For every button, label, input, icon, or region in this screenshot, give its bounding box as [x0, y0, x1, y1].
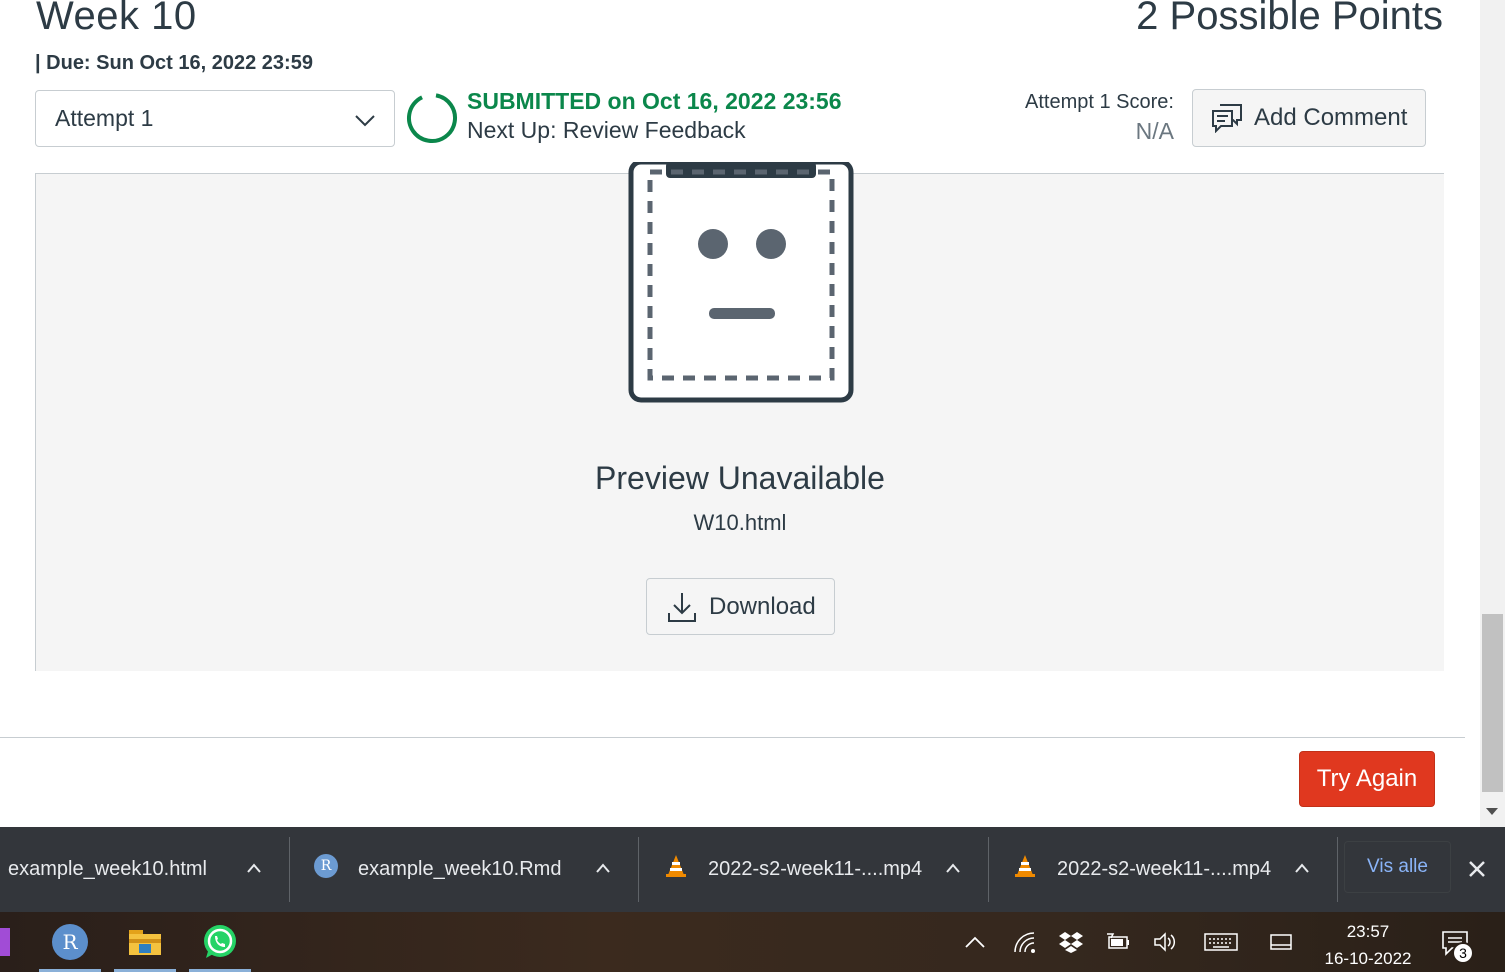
clock-time: 23:57: [1346, 922, 1390, 941]
possible-points: 2 Possible Points: [1136, 0, 1443, 38]
comment-icon: [1212, 104, 1242, 133]
preview-panel: Preview Unavailable W10.html Download: [35, 162, 1444, 671]
scrollbar-thumb[interactable]: [1482, 614, 1503, 792]
download-filename: 2022-s2-week11-....mp4: [708, 858, 923, 880]
add-comment-label: Add Comment: [1254, 104, 1408, 131]
download-separator: [289, 837, 290, 902]
download-filename: 2022-s2-week11-....mp4: [1057, 858, 1272, 880]
sad-document-icon: [628, 162, 854, 403]
whatsapp-icon[interactable]: [189, 912, 251, 972]
page: Week 10 2 Possible Points | Due: Sun Oct…: [0, 0, 1505, 972]
chevron-up-icon[interactable]: [247, 863, 261, 873]
vlc-icon: [666, 854, 686, 877]
attempt-select[interactable]: Attempt 1: [35, 90, 395, 147]
download-filename: example_week10.html: [8, 858, 207, 880]
downloads-bar: example_week10.html R example_week10.Rmd…: [0, 827, 1505, 912]
r-app-icon[interactable]: R: [39, 912, 101, 972]
system-clock[interactable]: 23:57 16-10-2022: [1316, 918, 1420, 972]
clock-date: 16-10-2022: [1324, 949, 1412, 968]
chevron-up-icon[interactable]: [962, 930, 988, 954]
onenote-app-icon[interactable]: [0, 928, 10, 956]
download-item-rmd[interactable]: R example_week10.Rmd: [314, 827, 561, 912]
wifi-icon[interactable]: [1012, 930, 1038, 954]
notification-count-badge: 3: [1452, 942, 1474, 964]
download-item-mp4-1[interactable]: 2022-s2-week11-....mp4: [664, 827, 922, 912]
vlc-icon: [1015, 854, 1035, 877]
preview-filename: W10.html: [693, 510, 787, 535]
chevron-up-icon[interactable]: [1295, 863, 1309, 873]
download-item-mp4-2[interactable]: 2022-s2-week11-....mp4: [1013, 827, 1271, 912]
windows-taskbar: R 23:57 16-10-2022 3: [0, 912, 1505, 972]
chevron-down-icon: [355, 115, 375, 127]
scroll-down-arrow-icon[interactable]: [1486, 808, 1498, 815]
score-value: N/A: [1135, 118, 1174, 144]
due-date: | Due: Sun Oct 16, 2022 23:59: [35, 52, 313, 74]
close-icon[interactable]: [1468, 860, 1486, 878]
download-separator: [638, 837, 639, 902]
show-all-downloads-button[interactable]: Vis alle: [1344, 841, 1451, 893]
download-separator: [1337, 837, 1338, 902]
download-item-html[interactable]: example_week10.html: [8, 827, 207, 912]
download-filename: example_week10.Rmd: [358, 858, 562, 880]
try-again-button[interactable]: Try Again: [1299, 751, 1435, 807]
r-file-icon: R: [314, 853, 338, 878]
page-scrollbar[interactable]: [1480, 0, 1505, 827]
download-icon: [668, 592, 696, 622]
download-separator: [988, 837, 989, 902]
whatsapp-logo-icon: [204, 925, 236, 958]
file-explorer-icon[interactable]: [114, 912, 176, 972]
submission-progress-icon: [407, 93, 457, 143]
add-comment-button[interactable]: Add Comment: [1192, 89, 1426, 147]
download-label: Download: [709, 592, 816, 620]
submission-status: SUBMITTED on Oct 16, 2022 23:56: [467, 88, 842, 114]
tablet-mode-icon[interactable]: [1268, 930, 1294, 954]
keyboard-icon[interactable]: [1204, 930, 1238, 954]
score-label: Attempt 1 Score:: [1025, 91, 1174, 113]
assignment-title: Week 10: [36, 0, 197, 38]
next-up-text: Next Up: Review Feedback: [467, 117, 746, 143]
preview-unavailable-title: Preview Unavailable: [595, 460, 885, 496]
attempt-select-value: Attempt 1: [55, 105, 154, 131]
chevron-up-icon[interactable]: [946, 863, 960, 873]
dropbox-icon[interactable]: [1058, 930, 1084, 954]
chevron-up-icon[interactable]: [596, 863, 610, 873]
r-logo-icon: R: [52, 924, 88, 960]
download-button[interactable]: Download: [646, 578, 835, 635]
folder-icon: [129, 930, 161, 955]
footer-divider: [0, 737, 1465, 738]
battery-icon[interactable]: [1105, 930, 1131, 954]
speaker-icon[interactable]: [1152, 930, 1178, 954]
